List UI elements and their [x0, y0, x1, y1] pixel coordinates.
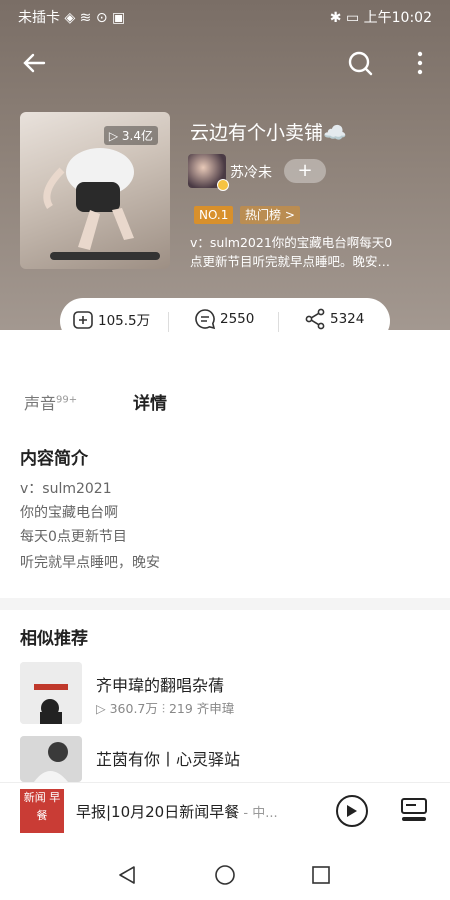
stats-bar: 105.5万 2550 5324 — [0, 294, 450, 344]
recommend-title: 相似推荐 — [20, 629, 88, 649]
nav-back-icon[interactable] — [116, 864, 138, 886]
subscribe-count: 105.5万 — [98, 313, 151, 329]
now-playing[interactable]: 早报|10月20日新闻早餐 - 中... — [76, 801, 278, 822]
album-title: 云边有个小卖铺☁️ — [190, 122, 347, 144]
player-thumbnail[interactable]: 新闻 早餐 — [20, 789, 64, 833]
search-icon — [348, 51, 373, 76]
intro-line: 每天0点更新节目 — [20, 529, 127, 545]
tab-sounds-count: 99+ — [56, 394, 78, 406]
subscribe-stat[interactable]: 105.5万 — [72, 308, 150, 330]
recommend-item-meta: ▷ 360.7万 ⫶ 219 齐申瑋 — [96, 701, 235, 716]
tab-sounds[interactable]: 声音99+ — [24, 390, 77, 414]
share-stat[interactable]: 5324 — [304, 308, 364, 330]
tab-details[interactable]: 详情 — [133, 389, 167, 414]
now-playing-title: 早报|10月20日新闻早餐 — [76, 803, 240, 821]
more-button[interactable] — [404, 47, 436, 79]
status-bar: 未插卡 ◈ ≋ ⊙ ▣ ✱ ▭ 上午10:02 — [0, 0, 450, 32]
search-button[interactable] — [344, 47, 376, 79]
album-play-count: ▷ 3.4亿 — [103, 126, 158, 145]
intro-line: 你的宝藏电台啊 — [20, 505, 118, 521]
share-icon — [305, 308, 325, 330]
recommend-item-title[interactable]: 芷茵有你丨心灵驿站 — [96, 746, 240, 770]
intro-line: 听完就早点睡吧，晚安 — [20, 555, 160, 571]
comment-icon — [195, 309, 216, 330]
album-description-line: v：sulm2021你的宝藏电台啊每天0 — [190, 235, 393, 250]
hot-list-tag[interactable]: 热门榜 > — [240, 206, 300, 224]
playlist-button[interactable] — [400, 797, 428, 823]
recommend-cover-image — [20, 736, 82, 782]
mini-player[interactable]: 新闻 早餐 早报|10月20日新闻早餐 - 中... — [0, 782, 450, 838]
arrow-left-icon — [23, 53, 46, 73]
recommend-item-title[interactable]: 齐申瑋的翻唱杂蒨 — [96, 672, 224, 696]
status-left: 未插卡 ◈ ≋ ⊙ ▣ — [18, 10, 126, 26]
recommend-cover[interactable] — [20, 662, 82, 724]
now-playing-subtitle: - 中... — [239, 806, 278, 821]
section-divider — [0, 598, 450, 610]
intro-line: v：sulm2021 — [20, 481, 112, 497]
follow-button[interactable]: + — [284, 159, 326, 183]
recommend-cover[interactable] — [20, 736, 82, 782]
share-count: 5324 — [330, 311, 365, 327]
play-icon — [347, 805, 357, 817]
comment-stat[interactable]: 2550 — [194, 308, 254, 330]
playlist-icon — [401, 798, 427, 821]
verified-badge-icon — [217, 179, 229, 191]
album-cover[interactable]: ▷ 3.4亿 — [20, 112, 170, 269]
album-description[interactable]: v：sulm2021你的宝藏电台啊每天0 点更新节目听完就早点睡吧。晚安… — [190, 233, 426, 271]
status-right: ✱ ▭ 上午10:02 — [329, 10, 432, 26]
system-nav-bar — [0, 848, 450, 900]
intro-title: 内容简介 — [20, 449, 88, 469]
stats-divider — [168, 312, 169, 332]
play-button[interactable] — [336, 795, 368, 827]
rank-tag: NO.1 — [194, 206, 234, 224]
back-button[interactable] — [19, 47, 51, 79]
nav-recents-icon[interactable] — [310, 864, 332, 886]
comment-count: 2550 — [220, 311, 255, 327]
album-description-line: 点更新节目听完就早点睡吧。晚安… — [190, 254, 391, 269]
author-name[interactable]: 苏冷未 — [230, 162, 272, 182]
author-avatar[interactable] — [188, 154, 229, 191]
nav-home-icon[interactable] — [214, 864, 236, 886]
tab-sounds-label: 声音 — [24, 394, 57, 413]
more-vertical-icon — [417, 51, 423, 75]
stats-divider — [278, 312, 279, 332]
recommend-cover-image — [20, 662, 82, 724]
subscribe-icon — [73, 311, 93, 329]
